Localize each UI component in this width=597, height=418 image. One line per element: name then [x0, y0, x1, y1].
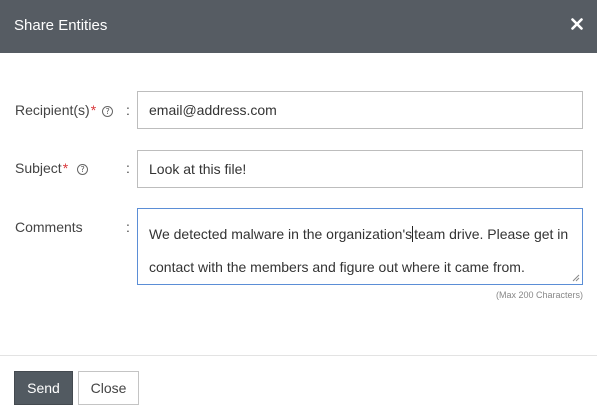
send-button[interactable]: Send	[14, 371, 73, 405]
subject-label-group: Subject*?	[15, 159, 89, 177]
close-button[interactable]: Close	[78, 371, 139, 405]
footer-divider	[0, 355, 597, 356]
help-icon[interactable]: ?	[102, 106, 114, 117]
resize-handle-icon[interactable]	[572, 274, 580, 282]
subject-input[interactable]: Look at this file!	[137, 150, 583, 188]
dialog-header: Share Entities	[0, 0, 597, 53]
required-marker: *	[90, 102, 97, 118]
text-caret	[412, 226, 414, 242]
help-icon[interactable]: ?	[77, 164, 89, 175]
comments-text-before-caret: We detected malware in the organization'…	[149, 226, 413, 242]
comments-colon: :	[126, 219, 130, 235]
comments-textarea[interactable]: We detected malware in the organization'…	[137, 208, 583, 285]
close-icon[interactable]	[567, 14, 587, 34]
recipients-colon: :	[126, 102, 130, 118]
recipients-label-group: Recipient(s)*?	[15, 101, 114, 119]
comments-label: Comments	[15, 219, 83, 235]
max-characters-note: (Max 200 Characters)	[495, 290, 583, 300]
recipients-label: Recipient(s)	[15, 102, 90, 118]
subject-colon: :	[126, 160, 130, 176]
subject-label: Subject	[15, 160, 62, 176]
required-marker: *	[62, 160, 69, 176]
dialog-title: Share Entities	[14, 17, 108, 34]
share-entities-dialog: Share Entities Recipient(s)*? : email@ad…	[0, 0, 597, 418]
recipients-input[interactable]: email@address.com	[137, 91, 583, 129]
